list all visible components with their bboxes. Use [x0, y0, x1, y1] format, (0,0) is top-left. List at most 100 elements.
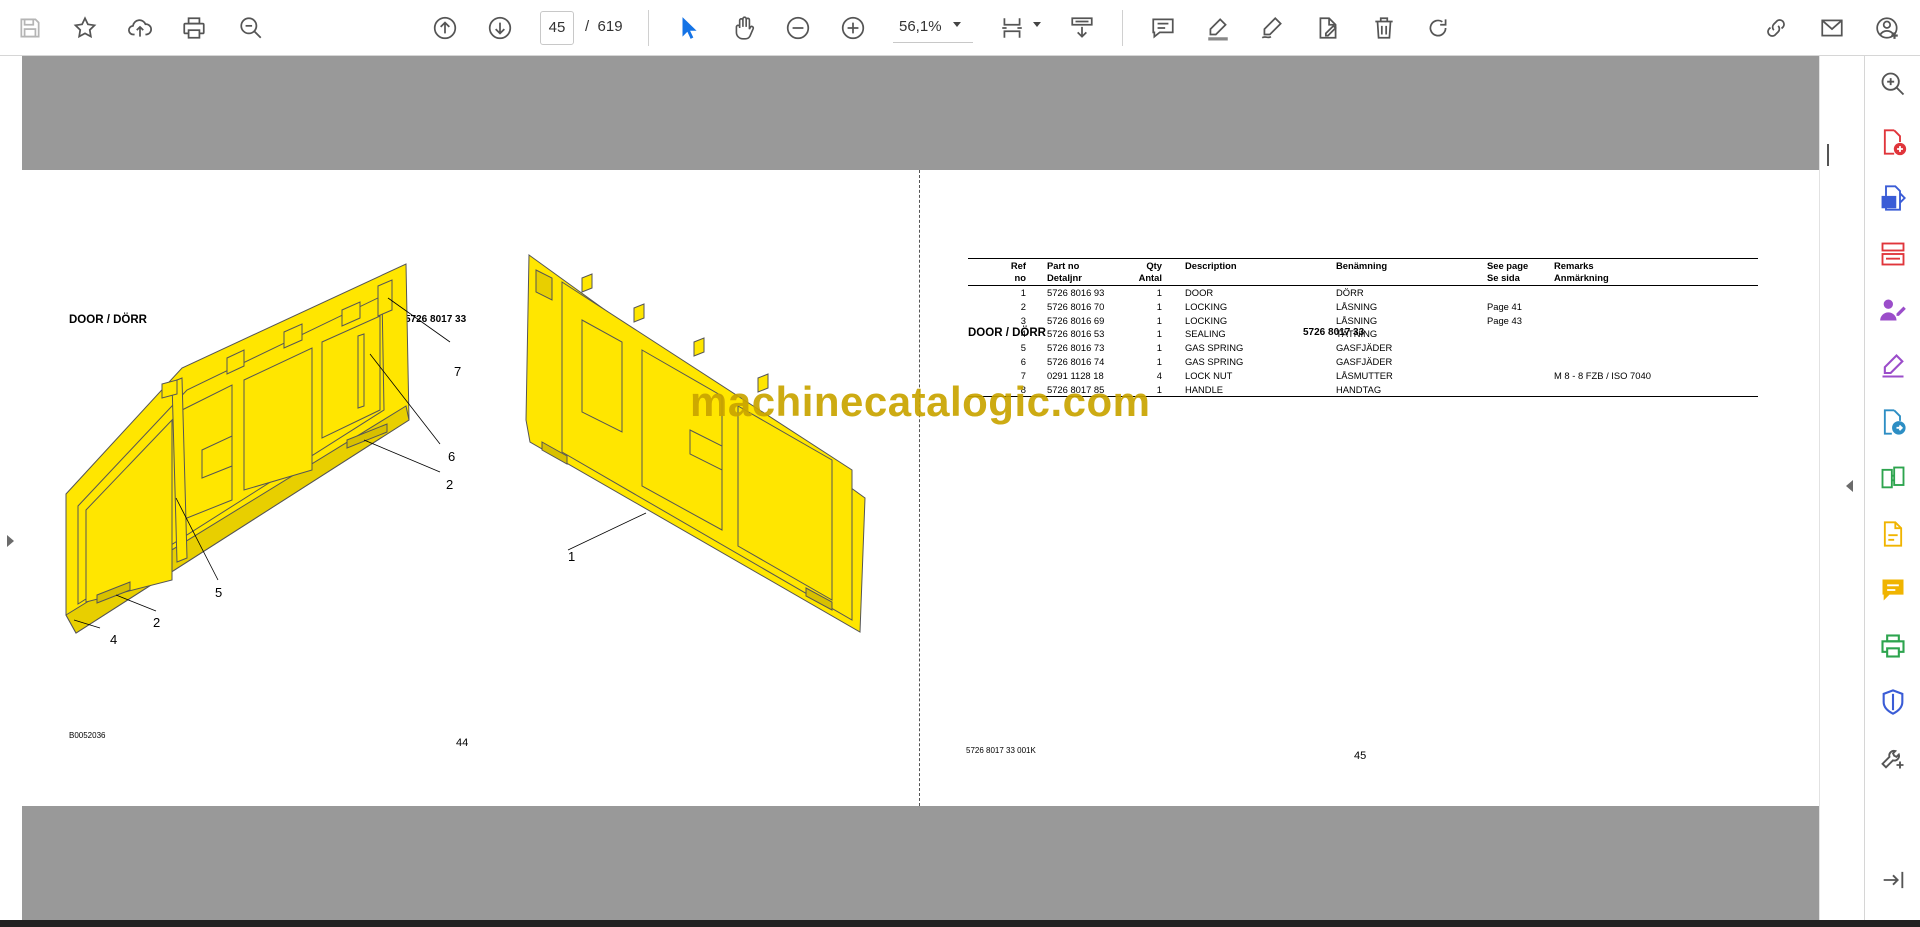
comment-tool-icon[interactable]: [1877, 574, 1909, 606]
callout-label: 2: [153, 615, 161, 630]
star-icon[interactable]: [67, 10, 103, 46]
scroll-mode-icon[interactable]: [1064, 10, 1100, 46]
print-production-icon[interactable]: [1877, 630, 1909, 662]
table-cell-ref: 6: [1020, 355, 1026, 367]
chevron-down-icon[interactable]: [953, 22, 961, 27]
left-nav-strip: [0, 56, 23, 920]
fit-page-icon[interactable]: [994, 10, 1030, 46]
share-link-icon[interactable]: [1758, 10, 1794, 46]
watermark-text: machinecatalogic.com: [690, 378, 1151, 425]
chevron-down-icon[interactable]: [1033, 22, 1041, 27]
table-cell-ben: LÅSNING: [1336, 300, 1378, 312]
door-exploded-illustration: [65, 254, 866, 634]
table-cell-rem: M 8 - 8 FZB / ISO 7040: [1554, 369, 1651, 381]
page-spread: DOOR / DÖRR 5726 8017 33 7 6 2 5 2 4 1 B…: [22, 170, 1819, 806]
table-cell-part: 5726 8016 93: [1047, 287, 1105, 298]
table-cell-desc: DOOR: [1185, 287, 1214, 298]
parts-table: Ref no Part no Detaljnr Qty Antal Descripti…: [968, 258, 1758, 398]
callout-label: 7: [454, 364, 462, 379]
table-cell-ben: LÅSMUTTER: [1336, 369, 1393, 381]
header-benamning: Benämning: [1336, 260, 1388, 271]
table-row: 1 5726 8016 93 1 DOOR DÖRR: [968, 286, 1758, 300]
page-spread-divider: [919, 170, 920, 806]
document-viewer[interactable]: DOOR / DÖRR 5726 8017 33 7 6 2 5 2 4 1 B…: [22, 56, 1819, 920]
toolbar-divider: [648, 10, 649, 46]
upload-cloud-icon[interactable]: [122, 10, 158, 46]
header-ref: Ref no: [1010, 260, 1026, 283]
organize-pages-icon[interactable]: [1877, 238, 1909, 270]
table-cell-part: 5726 8016 69: [1047, 314, 1105, 326]
table-row: 4 5726 8016 53 1 SEALING TÄTNING: [968, 327, 1758, 341]
table-cell-desc: LOCK NUT: [1185, 369, 1233, 381]
comment-icon[interactable]: [1145, 10, 1181, 46]
rotate-icon[interactable]: [1420, 10, 1456, 46]
table-cell-desc: GAS SPRING: [1185, 342, 1244, 354]
print-icon[interactable]: [176, 10, 212, 46]
save-icon[interactable]: [12, 10, 48, 46]
collapse-panel-icon[interactable]: [1877, 864, 1909, 896]
header-remarks: Remarks Anmärkning: [1554, 260, 1609, 283]
sign-icon[interactable]: [1254, 10, 1290, 46]
toolbar-divider: [1122, 10, 1123, 46]
taskbar-edge: [0, 920, 1920, 927]
table-cell-desc: LOCKING: [1185, 314, 1228, 326]
delete-icon[interactable]: [1366, 10, 1402, 46]
header-part: Part no Detaljnr: [1047, 260, 1082, 283]
account-icon[interactable]: [1870, 10, 1906, 46]
mail-icon[interactable]: [1814, 10, 1850, 46]
right-page-number: 45: [1354, 750, 1367, 762]
zoom-level-select[interactable]: 56,1%: [893, 11, 973, 43]
table-cell-ben: DÖRR: [1336, 287, 1364, 298]
protect-icon[interactable]: [1877, 686, 1909, 718]
table-cell-see: Page 43: [1487, 314, 1522, 326]
table-cell-qty: 1: [1156, 314, 1162, 326]
right-page-footer-code: 5726 8017 33 001K: [966, 746, 1036, 755]
create-pdf-icon[interactable]: [1877, 126, 1909, 158]
table-cell-qty: 1: [1156, 342, 1162, 354]
table-cell-ref: 1: [1020, 287, 1026, 298]
search-zoom-icon[interactable]: [1877, 68, 1909, 100]
expand-left-panel-icon[interactable]: [7, 535, 14, 547]
tools-panel: [1864, 56, 1920, 920]
export-pdf-icon[interactable]: [1877, 182, 1909, 214]
request-signature-icon[interactable]: [1877, 294, 1909, 326]
table-cell-qty: 1: [1156, 355, 1162, 367]
header-description: Description: [1185, 260, 1237, 271]
scrollbar-thumb[interactable]: [1827, 144, 1829, 166]
callout-label: 6: [448, 449, 456, 464]
more-tools-icon[interactable]: [1877, 742, 1909, 774]
table-row: 5 5726 8016 73 1 GAS SPRING GASFJÄDER: [968, 341, 1758, 355]
compare-icon[interactable]: [1877, 462, 1909, 494]
page-up-icon[interactable]: [427, 10, 463, 46]
convert-pdf-icon[interactable]: [1877, 406, 1909, 438]
table-cell-qty: 1: [1156, 287, 1162, 298]
table-cell-desc: GAS SPRING: [1185, 355, 1244, 367]
collapse-right-panel-icon[interactable]: [1846, 480, 1853, 492]
search-zoom-icon[interactable]: [233, 10, 269, 46]
scan-ocr-icon[interactable]: [1877, 518, 1909, 550]
edit-doc-icon[interactable]: [1310, 10, 1346, 46]
page-down-icon[interactable]: [482, 10, 518, 46]
table-cell-part: 5726 8016 53: [1047, 328, 1105, 340]
zoom-in-icon[interactable]: [835, 10, 871, 46]
table-cell-qty: 1: [1156, 300, 1162, 312]
hand-tool-icon[interactable]: [726, 10, 762, 46]
table-cell-ref: 2: [1020, 300, 1026, 312]
top-toolbar: 45 / 619 56,1%: [0, 0, 1920, 56]
current-page-input[interactable]: 45: [540, 11, 574, 45]
callout-label: 4: [110, 632, 118, 647]
vertical-scrollbar[interactable]: [1819, 56, 1836, 920]
highlight-icon[interactable]: [1200, 10, 1236, 46]
table-cell-ref: 4: [1020, 328, 1026, 340]
table-cell-qty: 1: [1156, 328, 1162, 340]
table-cell-part: 5726 8016 70: [1047, 300, 1105, 312]
zoom-out-icon[interactable]: [780, 10, 816, 46]
table-cell-desc: SEALING: [1185, 328, 1226, 340]
table-cell-ben: TÄTNING: [1336, 328, 1378, 340]
table-row: 3 5726 8016 69 1 LOCKING LÅSNING Page 43: [968, 314, 1758, 328]
fill-sign-icon[interactable]: [1877, 350, 1909, 382]
table-cell-desc: LOCKING: [1185, 300, 1228, 312]
table-header: Ref no Part no Detaljnr Qty Antal Descripti…: [968, 258, 1758, 286]
left-page-footer-code: B0052036: [69, 731, 106, 740]
select-cursor-icon[interactable]: [671, 10, 707, 46]
